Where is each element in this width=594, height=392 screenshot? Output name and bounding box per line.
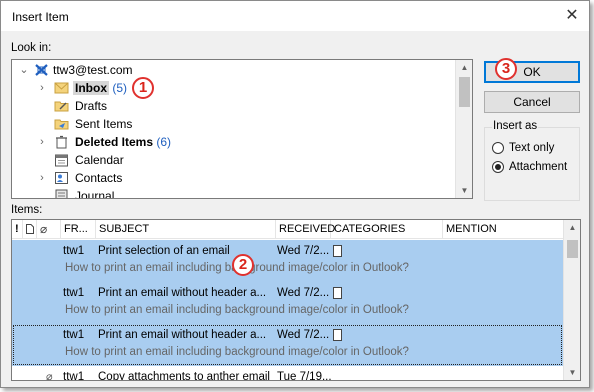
look-in-label: Look in: (11, 42, 52, 54)
paperclip-icon: ⌀ (40, 222, 48, 236)
account-icon (35, 64, 48, 76)
row-from: ttw1 (63, 329, 85, 341)
annotation-badge-2: 2 (232, 254, 254, 276)
insert-as-title: Insert as (492, 120, 539, 132)
items-label: Items: (11, 204, 43, 216)
row-received: Tue 7/19... (277, 371, 332, 381)
annotation-badge-3: 3 (495, 58, 517, 80)
tree-item-label: Deleted Items (75, 135, 154, 149)
journal-icon (55, 189, 68, 198)
expand-arrow-icon[interactable]: › (36, 169, 48, 187)
tree-item-inbox[interactable]: › Inbox (5) (12, 79, 452, 97)
radio-button[interactable] (492, 142, 504, 154)
tree-item-label: ttw3@test.com (53, 63, 133, 77)
document-icon (26, 224, 34, 234)
drafts-folder-icon (54, 101, 69, 112)
row-received: Wed 7/2... (277, 329, 330, 341)
items-scrollbar[interactable]: ▲ ▼ (563, 220, 580, 380)
row-subject: Print an email without header a... (98, 329, 267, 341)
trash-icon (56, 135, 67, 149)
tree-item-calendar[interactable]: Calendar (12, 151, 452, 169)
inbox-folder-icon (54, 82, 69, 94)
row-from: ttw1 (63, 371, 85, 381)
category-box-icon[interactable] (333, 329, 342, 341)
tree-item-deleted-items[interactable]: › Deleted Items (6) (12, 133, 452, 151)
tree-item-label: Sent Items (75, 117, 133, 131)
table-row[interactable]: ⌀ ttw1 Copy attachments to anther email … (12, 366, 563, 381)
column-subject[interactable]: SUBJECT (96, 220, 276, 239)
column-attachment[interactable]: ⌀ (37, 220, 61, 239)
row-subject: Print an email without header a... (98, 287, 267, 299)
column-from[interactable]: FR... (61, 220, 96, 239)
tree-item-label: Drafts (75, 99, 108, 113)
column-header-row: ! ⌀ FR... SUBJECT RECEIVED CATEGORIES ME… (12, 220, 565, 239)
table-row[interactable]: ttw1 Print an email without header a... … (12, 282, 563, 324)
tree-item-label: Inbox (73, 81, 109, 95)
column-categories[interactable]: CATEGORIES (331, 220, 443, 239)
tree-item-contacts[interactable]: › Contacts (12, 169, 452, 187)
tree-item-journal[interactable]: Journal (12, 187, 452, 199)
radio-label: Attachment (509, 161, 568, 173)
collapse-arrow-icon[interactable]: ⌄ (18, 61, 30, 79)
expand-arrow-icon[interactable]: › (36, 133, 48, 151)
contacts-icon (55, 172, 68, 184)
scroll-down-icon[interactable]: ▼ (564, 368, 580, 377)
unread-count: (6) (156, 135, 172, 149)
scroll-up-icon[interactable]: ▲ (456, 63, 472, 72)
items-list[interactable]: ! ⌀ FR... SUBJECT RECEIVED CATEGORIES ME… (11, 219, 581, 381)
scroll-thumb[interactable] (459, 77, 470, 107)
scroll-down-icon[interactable]: ▼ (456, 186, 472, 195)
row-from: ttw1 (63, 287, 85, 299)
title-bar: Insert Item ✕ (1, 1, 589, 31)
tree-item-label: Calendar (75, 153, 124, 167)
close-icon[interactable]: ✕ (561, 5, 583, 27)
row-from: ttw1 (63, 245, 85, 257)
row-received: Wed 7/2... (277, 245, 330, 257)
column-icon[interactable] (23, 220, 37, 239)
category-box-icon[interactable] (333, 287, 342, 299)
scroll-thumb[interactable] (567, 240, 578, 258)
tree-scrollbar[interactable]: ▲ ▼ (455, 60, 472, 198)
table-row[interactable]: ttw1 Print selection of an email Wed 7/2… (12, 240, 563, 282)
tree-item-drafts[interactable]: Drafts (12, 97, 452, 115)
scroll-up-icon[interactable]: ▲ (564, 223, 580, 232)
cancel-button[interactable]: Cancel (484, 91, 580, 113)
paperclip-icon: ⌀ (46, 371, 53, 381)
tree-item-account[interactable]: ⌄ ttw3@test.com (12, 61, 452, 79)
row-subject: Copy attachments to anther email (98, 371, 270, 381)
unread-count: (5) (112, 81, 128, 95)
radio-button[interactable] (492, 161, 504, 173)
expand-arrow-icon[interactable]: › (36, 79, 48, 97)
table-row[interactable]: ttw1 Print an email without header a... … (12, 324, 563, 366)
folder-tree[interactable]: ⌄ ttw3@test.com › Inbox (5) Drafts Sent … (11, 59, 473, 199)
window-title: Insert Item (12, 10, 69, 24)
row-preview: How to print an email including backgrou… (65, 346, 409, 358)
column-importance[interactable]: ! (12, 220, 23, 239)
radio-label: Text only (509, 142, 555, 154)
row-received: Wed 7/2... (277, 287, 330, 299)
row-preview: How to print an email including backgrou… (65, 304, 409, 316)
insert-item-dialog: Insert Item ✕ Look in: ⌄ ttw3@test.com ›… (0, 0, 590, 388)
sent-folder-icon (54, 119, 69, 130)
tree-item-label: Contacts (75, 171, 123, 185)
category-box-icon[interactable] (333, 245, 342, 257)
column-mention[interactable]: MENTION (443, 220, 565, 239)
calendar-icon (55, 154, 68, 167)
tree-item-sent-items[interactable]: Sent Items (12, 115, 452, 133)
insert-as-group: Insert as Text only Attachment (484, 120, 580, 201)
column-received[interactable]: RECEIVED (276, 220, 335, 239)
annotation-badge-1: 1 (132, 77, 154, 99)
tree-item-label: Journal (75, 189, 115, 199)
